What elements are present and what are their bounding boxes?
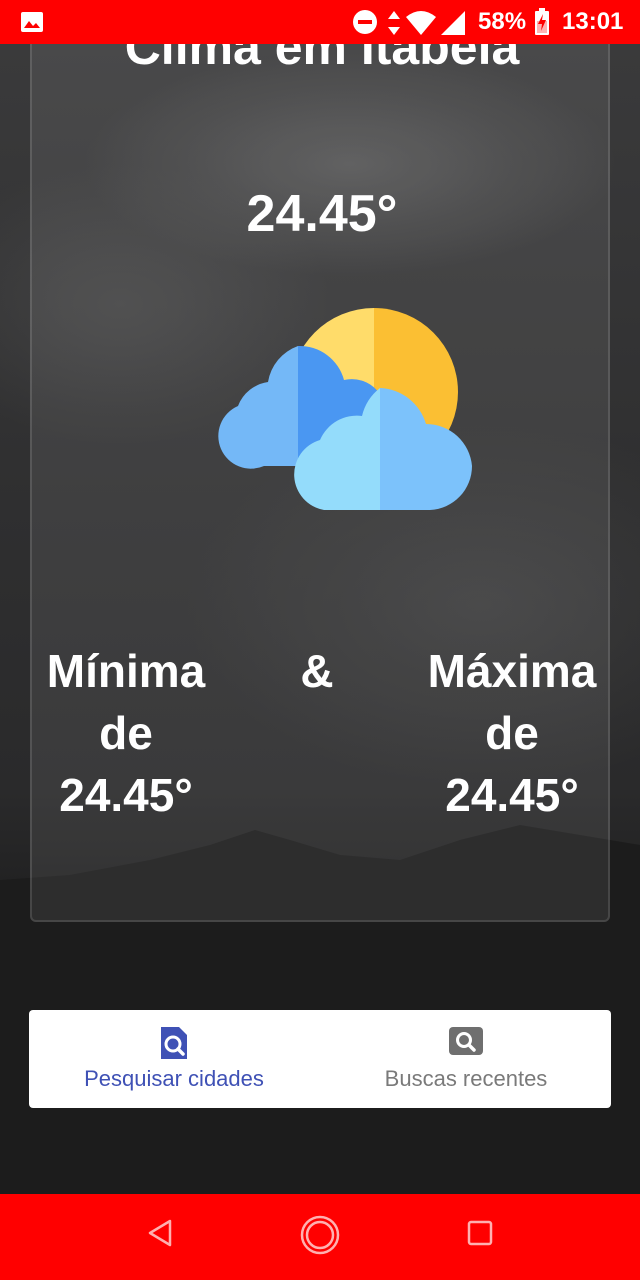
- nav-recent-label: Buscas recentes: [384, 1066, 548, 1091]
- wifi-icon: [406, 11, 436, 35]
- gallery-icon: [21, 12, 43, 32]
- weather-card: Clima em Itabela 24.45° Mínima de 24.45°…: [30, 19, 612, 922]
- system-navigation-bar: [0, 1194, 640, 1280]
- signal-icon: [441, 11, 465, 35]
- do-not-disturb-icon: [353, 10, 377, 34]
- document-search-icon: [161, 1027, 187, 1059]
- current-temperature: 24.45°: [246, 185, 398, 243]
- ampersand-separator: &: [300, 645, 334, 697]
- nav-search-cities[interactable]: Pesquisar cidades: [29, 1010, 319, 1108]
- recents-icon[interactable]: [467, 1220, 493, 1246]
- nav-search-label: Pesquisar cidades: [84, 1066, 264, 1091]
- max-temperature-block: Máxima de 24.45°: [412, 640, 612, 826]
- min-connector: de: [99, 707, 153, 759]
- partly-cloudy-icon: [218, 308, 473, 510]
- bottom-navigation: Pesquisar cidades Buscas recentes: [29, 1010, 611, 1108]
- min-label: Mínima: [46, 645, 206, 697]
- clock: 13:01: [562, 8, 624, 35]
- status-bar: 58% 13:01: [0, 0, 640, 44]
- max-value: 24.45°: [445, 769, 579, 821]
- min-value: 24.45°: [59, 769, 193, 821]
- min-temperature-block: Mínima de 24.45°: [26, 640, 226, 826]
- battery-charging-icon: [535, 8, 549, 35]
- max-connector: de: [485, 707, 539, 759]
- image-search-icon: [449, 1027, 483, 1055]
- max-label: Máxima: [427, 645, 597, 697]
- home-icon[interactable]: [300, 1215, 340, 1255]
- data-arrows-icon: [388, 11, 400, 35]
- battery-percent: 58%: [478, 8, 527, 35]
- back-icon[interactable]: [146, 1218, 174, 1248]
- nav-recent-searches[interactable]: Buscas recentes: [321, 1010, 611, 1108]
